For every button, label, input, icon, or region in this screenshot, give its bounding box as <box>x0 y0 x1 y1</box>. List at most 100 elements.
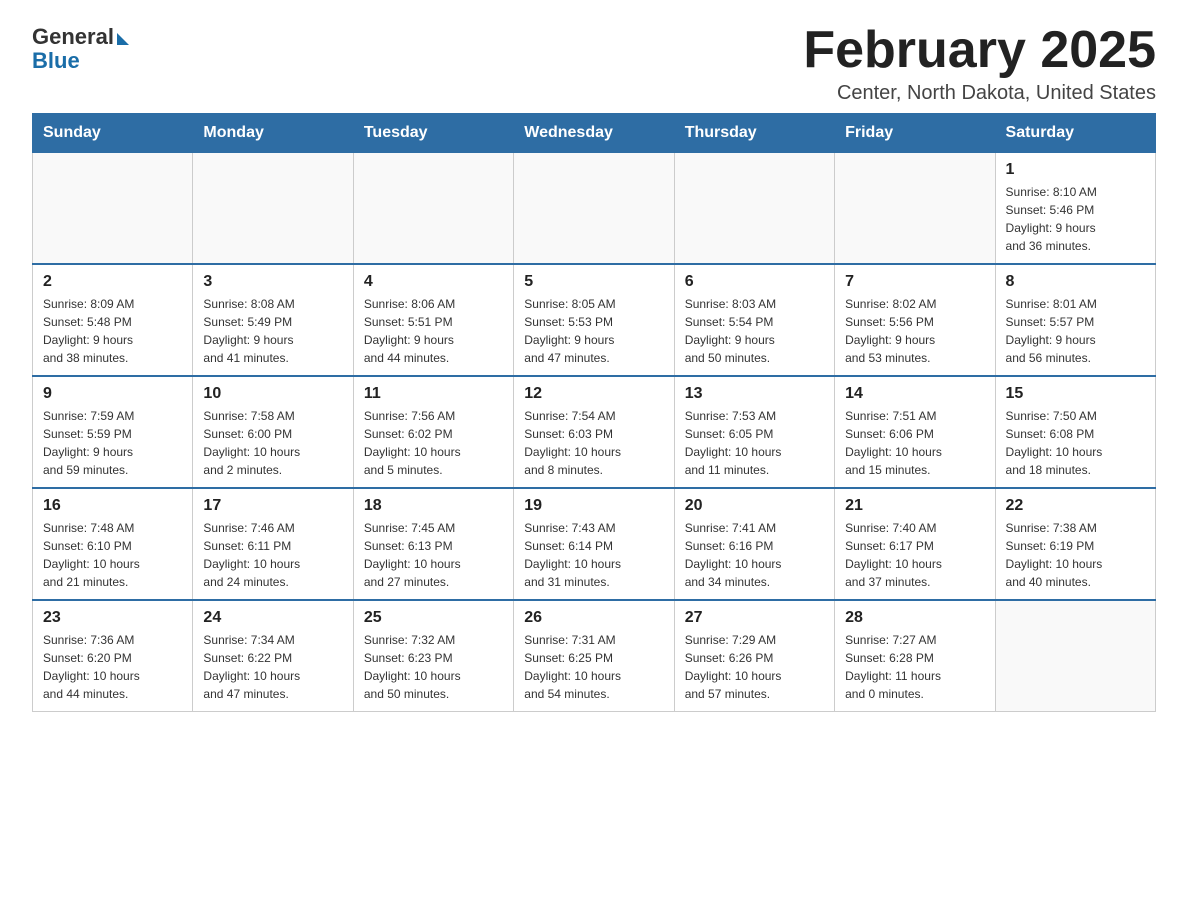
table-row <box>514 153 674 265</box>
table-row: 19 Sunrise: 7:43 AM Sunset: 6:14 PM Dayli… <box>514 488 674 600</box>
logo-blue-text: Blue <box>32 48 80 74</box>
table-row <box>674 153 834 265</box>
table-row: 9 Sunrise: 7:59 AM Sunset: 5:59 PM Daylig… <box>33 376 193 488</box>
day-info: Sunrise: 7:29 AM Sunset: 6:26 PM Dayligh… <box>685 631 824 703</box>
table-row: 28 Sunrise: 7:27 AM Sunset: 6:28 PM Dayli… <box>835 600 995 712</box>
day-number: 14 <box>845 385 984 403</box>
table-row: 17 Sunrise: 7:46 AM Sunset: 6:11 PM Dayli… <box>193 488 353 600</box>
table-row: 14 Sunrise: 7:51 AM Sunset: 6:06 PM Dayli… <box>835 376 995 488</box>
location-subtitle: Center, North Dakota, United States <box>803 82 1156 105</box>
day-number: 13 <box>685 385 824 403</box>
table-row: 21Sunrise: 7:40 AM Sunset: 6:17 PM Dayli… <box>835 488 995 600</box>
day-info: Sunrise: 7:56 AM Sunset: 6:02 PM Dayligh… <box>364 407 503 479</box>
table-row: 26 Sunrise: 7:31 AM Sunset: 6:25 PM Dayli… <box>514 600 674 712</box>
table-row: 25 Sunrise: 7:32 AM Sunset: 6:23 PM Dayli… <box>353 600 513 712</box>
logo-general-text: General <box>32 24 129 50</box>
day-info: Sunrise: 7:38 AM Sunset: 6:19 PM Dayligh… <box>1006 519 1145 591</box>
day-number: 12 <box>524 385 663 403</box>
day-info: Sunrise: 8:01 AM Sunset: 5:57 PM Dayligh… <box>1006 295 1145 367</box>
col-sunday: Sunday <box>33 114 193 153</box>
day-info: Sunrise: 7:43 AM Sunset: 6:14 PM Dayligh… <box>524 519 663 591</box>
logo: General Blue <box>32 24 129 74</box>
page-header: General Blue February 2025 Center, North… <box>32 24 1156 105</box>
day-info: Sunrise: 8:10 AM Sunset: 5:46 PM Dayligh… <box>1006 183 1145 255</box>
table-row: 24 Sunrise: 7:34 AM Sunset: 6:22 PM Dayli… <box>193 600 353 712</box>
day-number: 27 <box>685 609 824 627</box>
logo-arrow-icon <box>117 33 129 45</box>
calendar-week-4: 16 Sunrise: 7:48 AM Sunset: 6:10 PM Dayli… <box>33 488 1156 600</box>
table-row <box>835 153 995 265</box>
day-number: 26 <box>524 609 663 627</box>
table-row: 12 Sunrise: 7:54 AM Sunset: 6:03 PM Dayli… <box>514 376 674 488</box>
day-info: Sunrise: 7:45 AM Sunset: 6:13 PM Dayligh… <box>364 519 503 591</box>
day-info: Sunrise: 8:02 AM Sunset: 5:56 PM Dayligh… <box>845 295 984 367</box>
day-info: Sunrise: 7:34 AM Sunset: 6:22 PM Dayligh… <box>203 631 342 703</box>
day-info: Sunrise: 7:32 AM Sunset: 6:23 PM Dayligh… <box>364 631 503 703</box>
table-row: 10 Sunrise: 7:58 AM Sunset: 6:00 PM Dayli… <box>193 376 353 488</box>
day-number: 15 <box>1006 385 1145 403</box>
calendar-week-2: 2 Sunrise: 8:09 AM Sunset: 5:48 PM Daylig… <box>33 264 1156 376</box>
table-row: 3 Sunrise: 8:08 AM Sunset: 5:49 PM Daylig… <box>193 264 353 376</box>
day-number: 6 <box>685 273 824 291</box>
day-info: Sunrise: 7:54 AM Sunset: 6:03 PM Dayligh… <box>524 407 663 479</box>
day-info: Sunrise: 7:41 AM Sunset: 6:16 PM Dayligh… <box>685 519 824 591</box>
day-info: Sunrise: 8:09 AM Sunset: 5:48 PM Dayligh… <box>43 295 182 367</box>
calendar-week-5: 23Sunrise: 7:36 AM Sunset: 6:20 PM Dayli… <box>33 600 1156 712</box>
day-number: 23 <box>43 609 182 627</box>
table-row <box>33 153 193 265</box>
day-number: 20 <box>685 497 824 515</box>
day-number: 9 <box>43 385 182 403</box>
day-info: Sunrise: 7:58 AM Sunset: 6:00 PM Dayligh… <box>203 407 342 479</box>
table-row: 23Sunrise: 7:36 AM Sunset: 6:20 PM Dayli… <box>33 600 193 712</box>
day-info: Sunrise: 7:31 AM Sunset: 6:25 PM Dayligh… <box>524 631 663 703</box>
day-info: Sunrise: 7:27 AM Sunset: 6:28 PM Dayligh… <box>845 631 984 703</box>
day-info: Sunrise: 7:48 AM Sunset: 6:10 PM Dayligh… <box>43 519 182 591</box>
day-info: Sunrise: 7:53 AM Sunset: 6:05 PM Dayligh… <box>685 407 824 479</box>
day-number: 11 <box>364 385 503 403</box>
day-number: 22 <box>1006 497 1145 515</box>
day-info: Sunrise: 7:46 AM Sunset: 6:11 PM Dayligh… <box>203 519 342 591</box>
col-thursday: Thursday <box>674 114 834 153</box>
table-row: 4Sunrise: 8:06 AM Sunset: 5:51 PM Daylig… <box>353 264 513 376</box>
table-row: 13 Sunrise: 7:53 AM Sunset: 6:05 PM Dayli… <box>674 376 834 488</box>
table-row: 18 Sunrise: 7:45 AM Sunset: 6:13 PM Dayli… <box>353 488 513 600</box>
day-number: 17 <box>203 497 342 515</box>
day-number: 16 <box>43 497 182 515</box>
table-row: 5 Sunrise: 8:05 AM Sunset: 5:53 PM Daylig… <box>514 264 674 376</box>
day-number: 4 <box>364 273 503 291</box>
day-number: 1 <box>1006 161 1145 179</box>
table-row <box>193 153 353 265</box>
table-row: 7 Sunrise: 8:02 AM Sunset: 5:56 PM Daylig… <box>835 264 995 376</box>
table-row: 15 Sunrise: 7:50 AM Sunset: 6:08 PM Dayli… <box>995 376 1155 488</box>
day-number: 24 <box>203 609 342 627</box>
day-info: Sunrise: 8:03 AM Sunset: 5:54 PM Dayligh… <box>685 295 824 367</box>
calendar-header-row: Sunday Monday Tuesday Wednesday Thursday… <box>33 114 1156 153</box>
table-row: 16 Sunrise: 7:48 AM Sunset: 6:10 PM Dayli… <box>33 488 193 600</box>
table-row: 8Sunrise: 8:01 AM Sunset: 5:57 PM Daylig… <box>995 264 1155 376</box>
table-row: 1 Sunrise: 8:10 AM Sunset: 5:46 PM Daylig… <box>995 153 1155 265</box>
table-row: 22 Sunrise: 7:38 AM Sunset: 6:19 PM Dayli… <box>995 488 1155 600</box>
month-title: February 2025 <box>803 24 1156 76</box>
day-number: 10 <box>203 385 342 403</box>
day-number: 18 <box>364 497 503 515</box>
day-info: Sunrise: 8:05 AM Sunset: 5:53 PM Dayligh… <box>524 295 663 367</box>
day-info: Sunrise: 8:08 AM Sunset: 5:49 PM Dayligh… <box>203 295 342 367</box>
col-monday: Monday <box>193 114 353 153</box>
col-saturday: Saturday <box>995 114 1155 153</box>
calendar-week-3: 9 Sunrise: 7:59 AM Sunset: 5:59 PM Daylig… <box>33 376 1156 488</box>
day-number: 2 <box>43 273 182 291</box>
day-number: 3 <box>203 273 342 291</box>
day-info: Sunrise: 7:59 AM Sunset: 5:59 PM Dayligh… <box>43 407 182 479</box>
col-tuesday: Tuesday <box>353 114 513 153</box>
day-number: 25 <box>364 609 503 627</box>
day-number: 28 <box>845 609 984 627</box>
table-row: 11 Sunrise: 7:56 AM Sunset: 6:02 PM Dayli… <box>353 376 513 488</box>
table-row: 20 Sunrise: 7:41 AM Sunset: 6:16 PM Dayli… <box>674 488 834 600</box>
table-row: 2 Sunrise: 8:09 AM Sunset: 5:48 PM Daylig… <box>33 264 193 376</box>
day-number: 5 <box>524 273 663 291</box>
day-info: Sunrise: 7:51 AM Sunset: 6:06 PM Dayligh… <box>845 407 984 479</box>
col-friday: Friday <box>835 114 995 153</box>
day-info: Sunrise: 7:50 AM Sunset: 6:08 PM Dayligh… <box>1006 407 1145 479</box>
day-number: 19 <box>524 497 663 515</box>
day-number: 7 <box>845 273 984 291</box>
